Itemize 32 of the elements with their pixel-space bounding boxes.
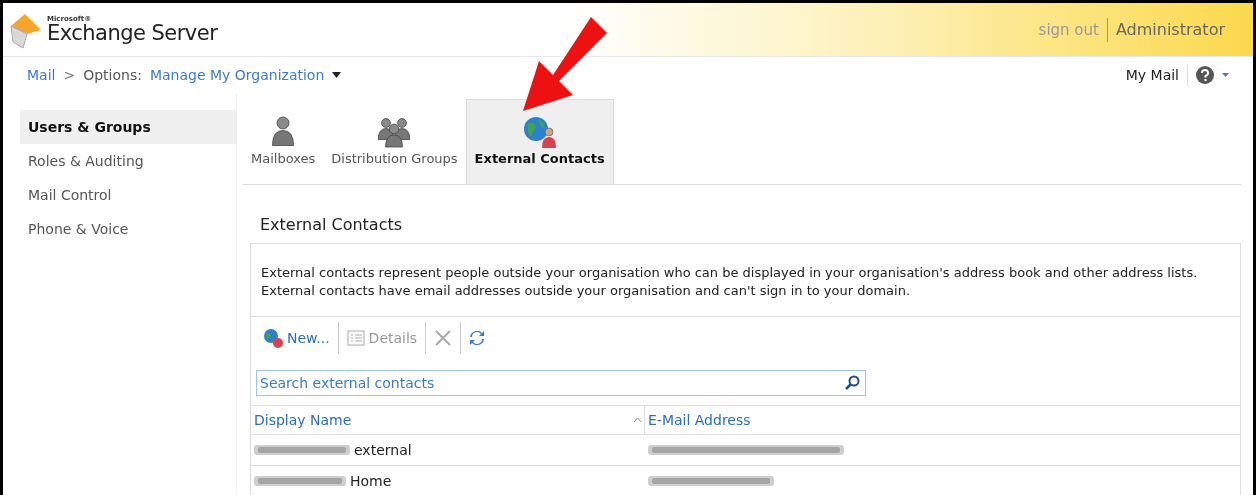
list-icon (346, 330, 365, 346)
tab[interactable]: Distribution Groups (323, 99, 466, 185)
column-header[interactable]: Display Name (251, 406, 645, 434)
sort-icon (634, 418, 641, 422)
search-field[interactable]: Search external contacts (256, 370, 866, 396)
toolbar-button[interactable]: New... (259, 322, 339, 354)
dropdown-icon (332, 72, 342, 78)
tab[interactable]: Mailboxes (243, 99, 324, 185)
table-cell-text: Home (350, 471, 392, 491)
description-text: External contacts represent people outside your organisation who can be displayed in your organisation's address book and other address lists. External contacts have email addresses outside your organisation and can't sign in to your domain. (251, 244, 1240, 317)
table-cell-text: external (354, 440, 412, 460)
close-icon (434, 329, 453, 347)
breadcrumb-link[interactable]: Mail (27, 64, 56, 86)
user-name: Administrator (1114, 18, 1225, 41)
tab[interactable]: External Contacts (465, 99, 614, 185)
globe-person-icon (521, 115, 558, 150)
sidebar-item[interactable]: Phone & Voice (20, 212, 236, 246)
help-icon (1196, 66, 1214, 84)
breadcrumb-link[interactable]: Manage My Organization (149, 64, 325, 86)
product-title: Exchange Server (47, 22, 218, 44)
sidebar-item[interactable]: Mail Control (20, 178, 236, 212)
column-header[interactable]: E-Mail Address (645, 406, 1240, 434)
section-title: External Contacts (259, 214, 404, 236)
sidebar-item[interactable]: Roles & Auditing (20, 144, 236, 178)
my-mail-link[interactable]: My Mail (1125, 64, 1188, 86)
globe-person-icon (263, 328, 283, 348)
breadcrumb-separator: > (63, 65, 76, 85)
sidebar-item[interactable]: Users & Groups (20, 110, 236, 144)
refresh-icon (469, 330, 486, 346)
breadcrumb-label: Options: (83, 65, 142, 85)
search-icon (844, 375, 860, 391)
caret-icon (1222, 73, 1229, 77)
